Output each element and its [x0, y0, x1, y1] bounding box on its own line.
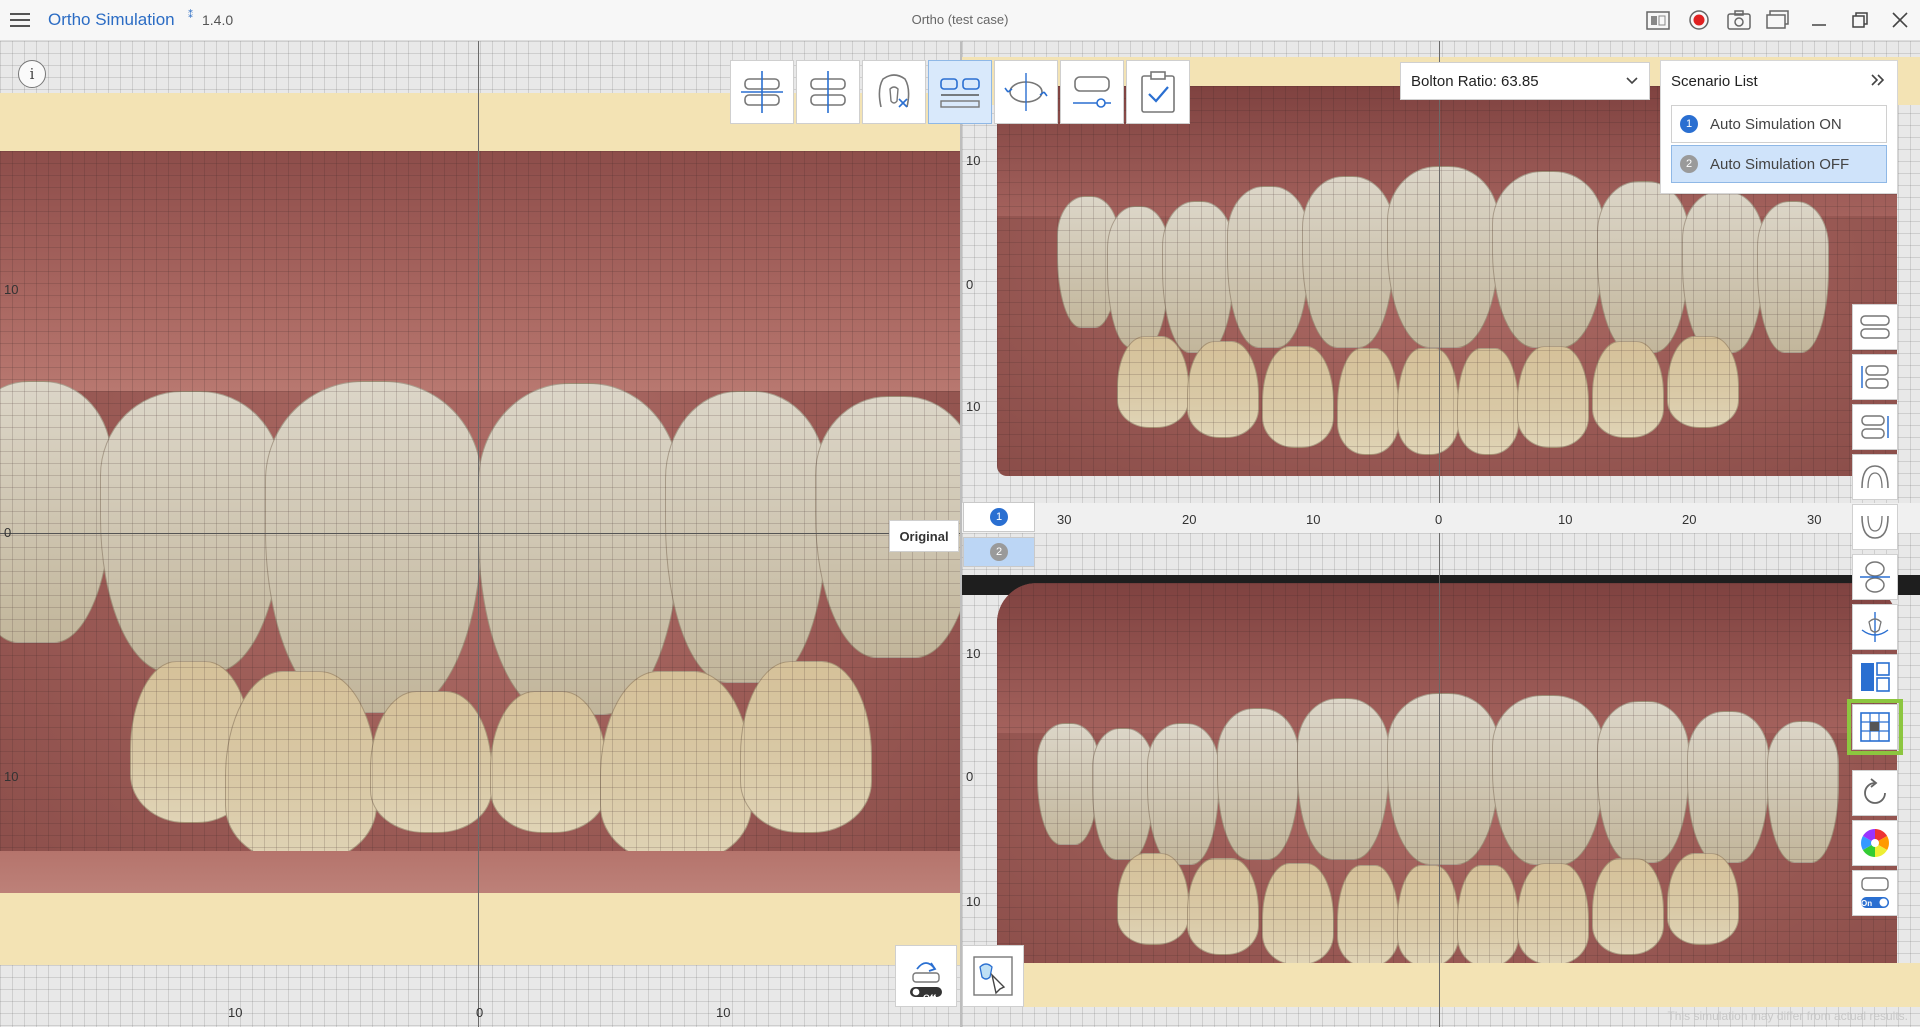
original-label: Original [889, 520, 959, 552]
case-title: Ortho (test case) [911, 12, 1009, 27]
arch-adjust-button[interactable] [1060, 60, 1124, 124]
ruler-y-label: 10 [4, 282, 19, 297]
camera-icon[interactable] [1725, 6, 1753, 34]
ruler-y-label: 10 [966, 399, 981, 414]
tooth-remove-button[interactable] [862, 60, 926, 124]
front-view-button[interactable] [1852, 304, 1898, 350]
layout-button[interactable] [1852, 654, 1898, 700]
split-jaw-icon [1860, 561, 1890, 593]
original-face-photo [0, 151, 960, 931]
ruler-x-label: 0 [476, 1005, 484, 1020]
upper-arch-icon [1861, 465, 1889, 489]
grid-icon [1860, 712, 1890, 742]
app-version: 1.4.0 [202, 12, 234, 28]
scenario-item-2[interactable]: 2 Auto Simulation OFF [1671, 145, 1887, 183]
ruler-y-label: 10 [966, 153, 981, 168]
scenario-tab-2[interactable]: 2 [963, 537, 1035, 567]
ruler-y-label: 0 [966, 277, 974, 292]
ruler-y-label: 0 [966, 769, 974, 784]
ruler-y-label: 10 [4, 769, 19, 784]
menu-icon[interactable] [8, 8, 32, 32]
touch-select-button[interactable] [962, 945, 1024, 1007]
smile-line-icon [1861, 612, 1889, 642]
double-chevron-right-icon [1871, 74, 1885, 86]
scenario-2-model [997, 583, 1897, 993]
upper-arch-button[interactable] [1852, 454, 1898, 500]
arch-alignment-button[interactable] [730, 60, 794, 124]
scenario-ruler: 30 20 10 0 10 20 30 [962, 503, 1920, 533]
chevron-down-icon [1626, 77, 1638, 85]
close-icon[interactable] [1886, 6, 1914, 34]
minimize-icon[interactable] [1805, 6, 1833, 34]
collapse-panel-button[interactable] [1867, 69, 1889, 91]
toggle-on-label: On [1861, 899, 1873, 908]
reset-icon [1864, 778, 1886, 804]
screenshot-gallery-icon[interactable] [1764, 6, 1792, 34]
arch-adjust-icon [1073, 76, 1111, 108]
rotate-view-button[interactable] [994, 60, 1058, 124]
lower-arch-button[interactable] [1852, 504, 1898, 550]
toggle-overlay-button[interactable]: On [1852, 870, 1898, 916]
scenario-tab-1[interactable]: 1 [963, 502, 1035, 532]
left-view-button[interactable] [1852, 354, 1898, 400]
ruler-x-label: 10 [716, 1005, 731, 1020]
scenario-list-title: Scenario List [1671, 73, 1758, 90]
bolton-ratio-dropdown[interactable]: Bolton Ratio: 63.85 [1400, 62, 1650, 100]
compare-image-icon[interactable] [1644, 6, 1672, 34]
left-view-icon [1861, 365, 1889, 389]
scenario-tab-number: 1 [990, 508, 1008, 526]
ruler-y-label: 10 [966, 894, 981, 909]
tooth-remove-icon [878, 74, 910, 108]
smile-line-button[interactable] [1852, 604, 1898, 650]
confirm-clipboard-icon [1141, 71, 1175, 113]
color-wheel-icon [1861, 829, 1889, 857]
ruler-x-label: 0 [1435, 512, 1443, 527]
scenario-label: Auto Simulation OFF [1710, 156, 1850, 173]
bolton-ratio-label: Bolton Ratio: 63.85 [1411, 73, 1539, 90]
ruler-x-label: 20 [1182, 512, 1197, 527]
ruler-x-label: 20 [1682, 512, 1697, 527]
title-bar: Ortho Simulation ⁑ 1.4.0 Ortho (test cas… [0, 0, 1920, 41]
scenario-number: 2 [1680, 155, 1698, 173]
scenario-number: 1 [1680, 115, 1698, 133]
color-wheel-button[interactable] [1852, 820, 1898, 866]
info-icon[interactable]: i [18, 60, 46, 88]
ai-icon: ⁑ [188, 10, 193, 21]
record-icon[interactable] [1685, 6, 1713, 34]
split-jaw-button[interactable] [1852, 554, 1898, 600]
confirm-button[interactable] [1126, 60, 1190, 124]
ruler-x-label: 10 [1306, 512, 1321, 527]
ruler-y-label: 0 [4, 525, 12, 540]
ruler-x-label: 30 [1807, 512, 1822, 527]
arch-alignment-icon [741, 71, 783, 113]
scenario-label: Auto Simulation ON [1710, 116, 1842, 133]
disclaimer-text: This simulation may differ from actual r… [1667, 1009, 1908, 1023]
ruler-x-label: 30 [1057, 512, 1072, 527]
left-viewport[interactable]: 10 0 10 10 0 10 [0, 41, 960, 1027]
front-view-icon [1860, 315, 1890, 339]
auto-adjust-button[interactable]: Off [895, 945, 957, 1007]
ruler-x-label: 10 [1558, 512, 1573, 527]
scenario-item-1[interactable]: 1 Auto Simulation ON [1671, 105, 1887, 143]
right-bottom-viewport[interactable]: 10 0 10 This simulation may differ from … [962, 533, 1920, 1027]
right-view-button[interactable] [1852, 404, 1898, 450]
rotate-view-icon [1004, 73, 1048, 111]
occlusion-split-icon [940, 78, 980, 108]
reset-button[interactable] [1852, 770, 1898, 816]
auto-adjust-off-label: Off [923, 993, 936, 1003]
ruler-x-label: 10 [228, 1005, 243, 1020]
scenario-tab-number: 2 [990, 543, 1008, 561]
layout-icon [1861, 662, 1890, 692]
ruler-y-label: 10 [966, 646, 981, 661]
midline-button[interactable] [796, 60, 860, 124]
maximize-icon[interactable] [1846, 6, 1874, 34]
app-title: Ortho Simulation [48, 10, 175, 29]
right-view-icon [1861, 415, 1889, 439]
grid-button[interactable] [1847, 699, 1903, 755]
scenario-list-panel: Scenario List 1 Auto Simulation ON 2 Aut… [1660, 60, 1898, 194]
midline-icon [810, 71, 846, 113]
touch-select-icon [973, 956, 1013, 996]
occlusion-split-button[interactable] [928, 60, 992, 124]
lower-arch-icon [1861, 515, 1889, 539]
